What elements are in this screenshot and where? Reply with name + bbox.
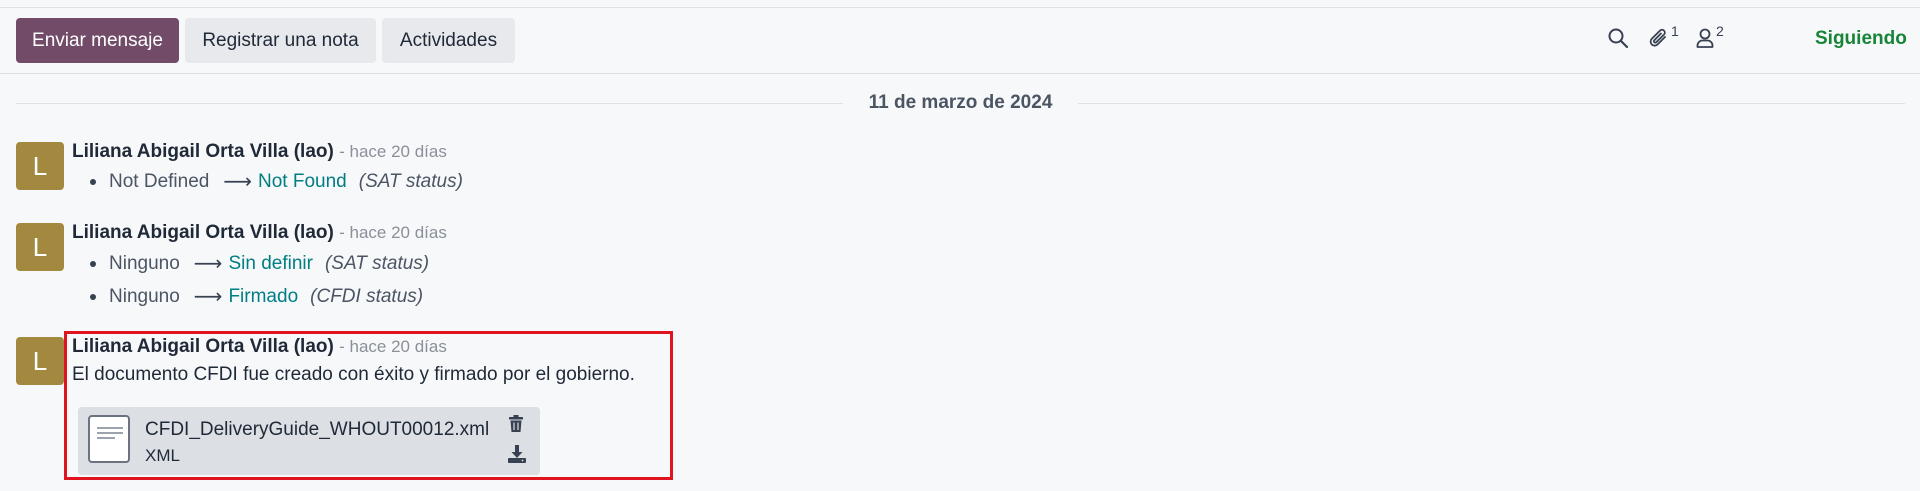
tracking-new-value: Sin definir	[228, 252, 313, 274]
attachments-button[interactable]: 1	[1648, 23, 1679, 53]
followers-button[interactable]: 2	[1695, 23, 1724, 53]
author-avatar[interactable]: L	[16, 337, 64, 385]
tracking-value: Ninguno ⟶ Sin definir (SAT status)	[90, 251, 429, 276]
tracking-new-value: Firmado	[228, 285, 299, 307]
bullet	[90, 178, 96, 185]
message-date: - hace 20 días	[339, 223, 447, 242]
highlight-box	[64, 331, 673, 480]
tracking-old-value: Ninguno	[109, 252, 180, 274]
author-name[interactable]: Liliana Abigail Orta Villa (lao)	[72, 141, 334, 162]
author-avatar[interactable]: L	[16, 142, 64, 190]
tracking-field-name: (SAT status)	[324, 252, 430, 274]
bullet	[90, 293, 96, 300]
send-message-button[interactable]: Enviar mensaje	[16, 18, 179, 63]
arrow-right-icon: ⟶	[223, 171, 253, 193]
attachments-count: 1	[1671, 23, 1679, 39]
arrow-right-icon: ⟶	[193, 286, 223, 308]
arrow-right-icon: ⟶	[193, 253, 223, 275]
activities-button[interactable]: Actividades	[382, 18, 515, 63]
bullet	[90, 260, 96, 267]
search-button[interactable]	[1607, 27, 1629, 53]
author-name[interactable]: Liliana Abigail Orta Villa (lao)	[72, 222, 334, 243]
tracking-new-value: Not Found	[258, 170, 347, 192]
date-separator: 11 de marzo de 2024	[868, 92, 1053, 113]
log-note-button[interactable]: Registrar una nota	[185, 18, 376, 63]
tracking-value: Ninguno ⟶ Firmado (CFDI status)	[90, 284, 423, 309]
tracking-field-name: (SAT status)	[358, 170, 463, 192]
user-icon	[1696, 28, 1714, 48]
followers-count: 2	[1716, 23, 1724, 39]
message-date: - hace 20 días	[339, 142, 447, 161]
tracking-old-value: Not Defined	[109, 170, 210, 192]
following-button[interactable]: Siguiendo	[1815, 28, 1907, 50]
tracking-value: Not Defined ⟶ Not Found (SAT status)	[90, 169, 463, 194]
chatter-toolbar: Enviar mensaje Registrar una nota Activi…	[0, 8, 1920, 74]
date-separator-line-left	[16, 103, 843, 104]
tracking-old-value: Ninguno	[109, 285, 180, 307]
message-header: Liliana Abigail Orta Villa (lao) - hace …	[72, 222, 447, 244]
search-icon	[1608, 28, 1629, 49]
author-avatar[interactable]: L	[16, 223, 64, 271]
paperclip-icon	[1649, 28, 1666, 47]
tracking-field-name: (CFDI status)	[310, 285, 424, 307]
date-separator-line-right	[1078, 103, 1905, 104]
message-header: Liliana Abigail Orta Villa (lao) - hace …	[72, 141, 447, 163]
